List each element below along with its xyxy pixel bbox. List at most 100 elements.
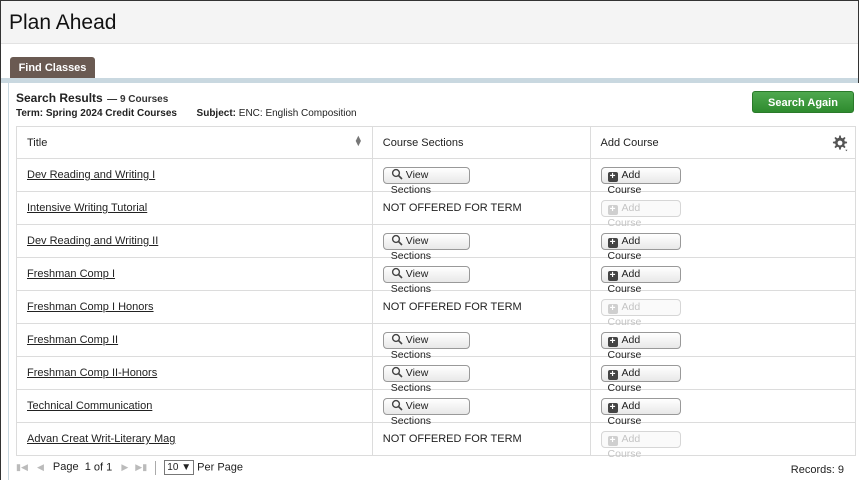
course-title-link[interactable]: Advan Creat Writ-Literary Mag	[27, 433, 175, 445]
search-again-button[interactable]: Search Again	[752, 91, 854, 113]
course-title-link[interactable]: Freshman Comp II	[27, 334, 118, 346]
page-title: Plan Ahead	[9, 11, 117, 34]
current-page[interactable]: 1	[85, 461, 91, 473]
of-label: of	[93, 461, 104, 474]
search-icon	[391, 234, 403, 246]
chevron-down-icon: ▼	[181, 462, 192, 473]
search-icon	[391, 267, 403, 279]
course-title-cell: Freshman Comp I	[16, 257, 373, 291]
page-label: Page	[52, 461, 79, 474]
course-sections-cell: NOT OFFERED FOR TERM	[371, 290, 591, 324]
table-row: Advan Creat Writ-Literary Mag NOT OFFERED…	[16, 422, 857, 460]
header-title-label: Title	[27, 136, 48, 149]
course-title-link[interactable]: Freshman Comp II-Honors	[27, 367, 157, 379]
header-sections-label: Course Sections	[382, 136, 464, 149]
plus-icon: +	[607, 435, 618, 446]
add-course-cell: + Add Course	[589, 356, 857, 394]
subject-label: Subject:	[196, 108, 236, 119]
course-sections-cell: View Sections	[371, 257, 591, 295]
search-icon	[391, 168, 403, 180]
view-sections-button[interactable]: View Sections	[382, 232, 470, 262]
plus-icon: +	[607, 336, 618, 347]
add-course-cell: + Add Course	[589, 290, 857, 328]
course-title-link[interactable]: Technical Communication	[27, 400, 152, 412]
prev-page-icon[interactable]: ◀	[37, 462, 44, 473]
course-sections-cell: NOT OFFERED FOR TERM	[371, 422, 591, 456]
course-title-cell: Dev Reading and Writing II	[16, 224, 373, 258]
records-count: Records: 9	[790, 464, 844, 476]
add-course-cell: + Add Course	[589, 323, 857, 361]
course-title-cell: Freshman Comp I Honors	[16, 290, 373, 324]
next-page-icon[interactable]: ▶	[121, 462, 128, 473]
last-page-icon[interactable]: ▶▮	[135, 462, 147, 473]
table-row: Intensive Writing Tutorial NOT OFFERED FO…	[16, 191, 857, 229]
table-row: Freshman Comp II-Honors View Sections + Add…	[16, 356, 857, 394]
course-sections-cell: View Sections	[371, 389, 591, 427]
view-sections-button[interactable]: View Sections	[382, 265, 470, 295]
gear-icon[interactable]	[831, 134, 849, 152]
search-icon	[391, 366, 403, 378]
add-course-cell: + Add Course	[589, 389, 857, 427]
table-row: Technical Communication View Sections + Add…	[16, 389, 857, 427]
search-icon	[391, 399, 403, 411]
add-course-cell: + Add Course	[589, 158, 857, 196]
table-header-row: Title ▲ ▼ Course Sections Add Course	[16, 126, 857, 159]
course-sections-cell: View Sections	[371, 224, 591, 262]
sort-icon[interactable]: ▲ ▼	[354, 134, 363, 148]
view-sections-button[interactable]: View Sections	[382, 166, 470, 196]
view-sections-button[interactable]: View Sections	[382, 364, 470, 394]
course-title-cell: Technical Communication	[16, 389, 373, 423]
per-page-select[interactable]: 10 ▼	[164, 460, 195, 475]
results-header: Search Results — 9 Courses Term: Spring …	[16, 89, 357, 119]
course-title-link[interactable]: Dev Reading and Writing I	[27, 169, 155, 181]
add-course-button[interactable]: + Add Course	[600, 331, 681, 361]
per-page-label: Per Page	[197, 461, 244, 474]
results-table: Title ▲ ▼ Course Sections Add Course Dev …	[16, 126, 857, 460]
first-page-icon[interactable]: ▮◀	[16, 462, 28, 473]
course-title-cell: Intensive Writing Tutorial	[16, 191, 373, 225]
per-page-value: 10	[167, 462, 179, 473]
add-course-button-disabled: + Add Course	[600, 199, 681, 229]
term-value: Spring 2024 Credit Courses	[45, 108, 177, 119]
search-criteria: Term: Spring 2024 Credit Courses Subject…	[16, 108, 357, 119]
view-sections-button[interactable]: View Sections	[382, 397, 470, 427]
table-row: Dev Reading and Writing II View Sections +…	[16, 224, 857, 262]
course-title-link[interactable]: Freshman Comp I Honors	[27, 301, 154, 313]
add-course-cell: + Add Course	[589, 257, 857, 295]
course-title-cell: Dev Reading and Writing I	[16, 158, 373, 192]
add-course-cell: + Add Course	[589, 224, 857, 262]
results-heading: Search Results — 9 Courses	[16, 89, 357, 107]
pager-divider	[155, 460, 157, 475]
add-course-button[interactable]: + Add Course	[600, 166, 681, 196]
total-pages: 1	[106, 461, 113, 474]
add-course-cell: + Add Course	[589, 422, 857, 460]
add-course-button[interactable]: + Add Course	[600, 265, 681, 295]
subject-value: ENC: English Composition	[238, 108, 357, 119]
plus-icon: +	[607, 303, 618, 314]
results-count: — 9 Courses	[107, 94, 169, 105]
add-course-button[interactable]: + Add Course	[600, 397, 681, 427]
course-sections-cell: View Sections	[371, 323, 591, 361]
add-course-button[interactable]: + Add Course	[600, 364, 681, 394]
course-title-cell: Freshman Comp II-Honors	[16, 356, 373, 390]
table-row: Freshman Comp I View Sections + Add Course	[16, 257, 857, 295]
course-title-link[interactable]: Dev Reading and Writing II	[27, 235, 158, 247]
view-sections-button[interactable]: View Sections	[382, 331, 470, 361]
course-title-link[interactable]: Freshman Comp I	[27, 268, 115, 280]
header-title[interactable]: Title ▲ ▼	[16, 126, 373, 159]
not-offered-label: NOT OFFERED FOR TERM	[382, 433, 522, 445]
tab-find-classes[interactable]: Find Classes	[10, 57, 95, 78]
header-add-course: Add Course	[589, 126, 857, 159]
add-course-button-disabled: + Add Course	[600, 298, 681, 328]
pagination-bar: ▮◀ ◀ Page 1 of 1 ▶ ▶▮ 10 ▼ Per Page Reco…	[16, 460, 856, 480]
results-title: Search Results	[16, 91, 103, 105]
plus-icon: +	[607, 204, 618, 215]
add-course-button[interactable]: + Add Course	[600, 232, 681, 262]
plus-icon: +	[607, 270, 618, 281]
course-title-link[interactable]: Intensive Writing Tutorial	[27, 202, 147, 214]
add-course-button-disabled: + Add Course	[600, 430, 681, 460]
header-add-label: Add Course	[600, 136, 659, 149]
table-row: Freshman Comp I Honors NOT OFFERED FOR TE…	[16, 290, 857, 328]
not-offered-label: NOT OFFERED FOR TERM	[382, 202, 522, 214]
add-course-cell: + Add Course	[589, 191, 857, 229]
